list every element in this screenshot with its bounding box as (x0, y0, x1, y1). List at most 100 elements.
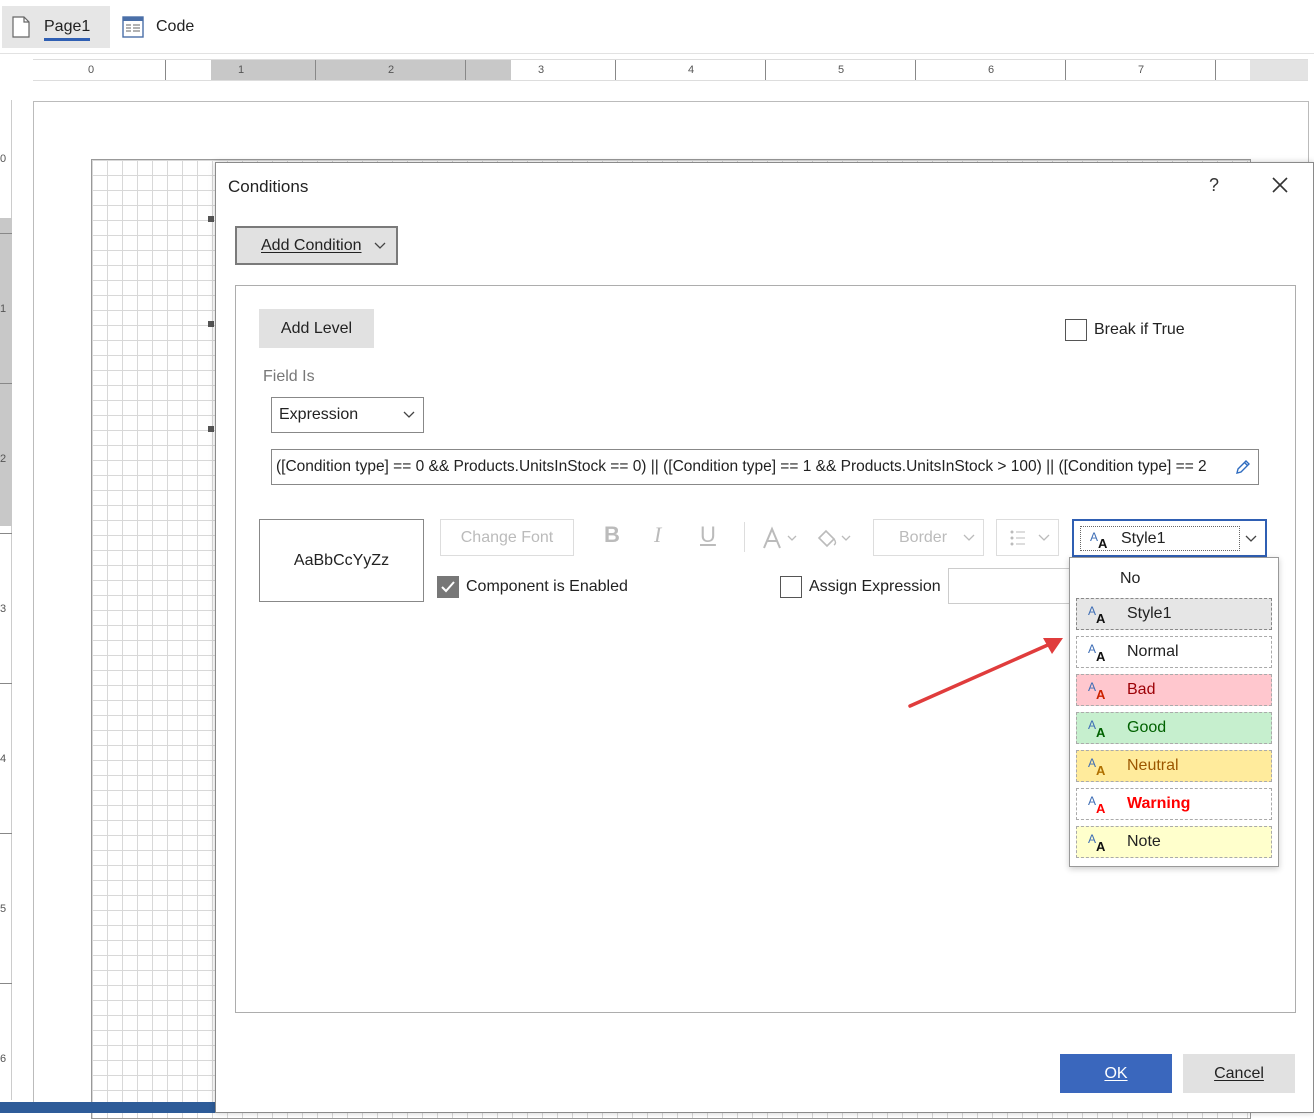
font-color-icon[interactable] (762, 526, 802, 552)
ruler-tick (0, 833, 12, 834)
style-option-good[interactable]: A A Good (1076, 712, 1272, 744)
change-font-button[interactable]: Change Font (440, 519, 574, 556)
ruler-number: 3 (0, 603, 7, 615)
status-bar (0, 1102, 216, 1113)
chevron-down-icon (1245, 535, 1257, 542)
add-level-button[interactable]: Add Level (259, 309, 374, 348)
svg-text:A: A (1090, 530, 1098, 544)
chevron-down-icon (1038, 534, 1050, 541)
fill-color-icon[interactable] (814, 526, 856, 552)
border-button[interactable]: Border (873, 519, 984, 556)
style-select[interactable]: A A Style1 (1072, 519, 1267, 557)
style-icon: AA (1088, 756, 1106, 777)
assign-expression-input[interactable] (948, 568, 1078, 604)
ruler-number: 0 (88, 64, 95, 76)
style-option-label: Bad (1127, 681, 1156, 698)
ruler-tick (615, 60, 616, 80)
underline-icon[interactable]: U (700, 522, 716, 548)
border-label: Border (899, 528, 948, 546)
help-button[interactable]: ? (1204, 175, 1224, 196)
ruler-number: 2 (0, 453, 7, 465)
bold-icon[interactable]: B (604, 522, 620, 548)
component-enabled-label: Component is Enabled (466, 578, 628, 595)
style-icon: AA (1088, 604, 1106, 625)
style-option-style1[interactable]: A A Style1 (1076, 598, 1272, 630)
style-option-label: Note (1127, 833, 1161, 850)
svg-text:A: A (1098, 536, 1108, 550)
ruler-number: 2 (388, 64, 395, 76)
svg-text:A: A (1096, 763, 1106, 777)
ok-label: OK (1104, 1064, 1128, 1082)
svg-text:A: A (1096, 801, 1106, 815)
dialog-title: Conditions (228, 177, 309, 196)
ruler-number: 0 (0, 153, 7, 165)
tab-code[interactable]: Code (120, 6, 220, 48)
style-preview: AaBbCcYyZz (259, 519, 424, 602)
ok-button[interactable]: OK (1060, 1054, 1172, 1093)
style-option-no[interactable]: No (1120, 570, 1140, 588)
svg-text:A: A (1088, 832, 1096, 846)
cancel-label: Cancel (1214, 1064, 1264, 1082)
tab-code-label: Code (156, 18, 195, 35)
ruler-tick (0, 383, 12, 384)
svg-text:A: A (1088, 680, 1096, 694)
style-option-warning[interactable]: A A Warning (1076, 788, 1272, 820)
ruler-number: 3 (538, 64, 545, 76)
ruler-tick (315, 60, 316, 80)
ruler-tick (915, 60, 916, 80)
page-icon (12, 16, 30, 38)
pencil-icon[interactable] (1234, 458, 1252, 476)
ruler-number: 4 (688, 64, 695, 76)
style-icon: AA (1088, 680, 1106, 701)
resize-handle[interactable] (208, 321, 214, 327)
add-condition-button[interactable]: Add Condition (235, 226, 398, 265)
ruler-tick (0, 683, 12, 684)
expression-text: ([Condition type] == 0 && Products.Units… (276, 458, 1207, 475)
ruler-tick (1215, 60, 1216, 80)
style-icon: AA (1088, 832, 1106, 853)
style-option-normal[interactable]: A A Normal (1076, 636, 1272, 668)
style-option-bad[interactable]: A A Bad (1076, 674, 1272, 706)
assign-expression-checkbox[interactable] (780, 576, 802, 598)
ruler-tick (1065, 60, 1066, 80)
style-option-label: Normal (1127, 643, 1179, 660)
style-select-value-box: A A Style1 (1080, 526, 1240, 551)
ruler-number: 6 (0, 1053, 7, 1065)
assign-expression-label: Assign Expression (809, 578, 941, 595)
style-option-label: Neutral (1127, 757, 1179, 774)
break-if-true-checkbox[interactable] (1065, 319, 1087, 341)
ruler-number: 1 (238, 64, 245, 76)
svg-text:A: A (1088, 794, 1096, 808)
ruler-tick (765, 60, 766, 80)
component-enabled-checkbox[interactable] (437, 576, 459, 598)
cancel-button[interactable]: Cancel (1183, 1054, 1295, 1093)
svg-text:A: A (1088, 718, 1096, 732)
svg-text:A: A (1088, 756, 1096, 770)
chevron-down-icon (403, 411, 415, 418)
expression-input[interactable]: ([Condition type] == 0 && Products.Units… (271, 449, 1259, 485)
ruler-number: 5 (838, 64, 845, 76)
ruler-tick (0, 233, 12, 234)
field-is-select[interactable]: Expression (271, 397, 424, 433)
italic-icon[interactable]: I (654, 522, 661, 548)
resize-handle[interactable] (208, 426, 214, 432)
ruler-number: 4 (0, 753, 7, 765)
resize-handle[interactable] (208, 216, 214, 222)
checkmark-icon (441, 581, 455, 593)
style-select-value: Style1 (1121, 529, 1166, 547)
list-style-button[interactable] (996, 519, 1059, 556)
vertical-ruler: 0 1 2 3 4 5 6 (0, 100, 12, 1100)
close-icon[interactable] (1268, 173, 1292, 197)
style-option-label: Good (1127, 719, 1167, 736)
annotation-arrow (908, 638, 1063, 708)
style-option-note[interactable]: A A Note (1076, 826, 1272, 858)
ruler-selection (0, 218, 12, 526)
ruler-number: 6 (988, 64, 995, 76)
chevron-down-icon (374, 242, 386, 249)
svg-text:A: A (1096, 687, 1106, 701)
tab-page1[interactable]: Page1 (2, 6, 110, 48)
ruler-tick (0, 983, 12, 984)
svg-text:A: A (1088, 604, 1096, 618)
add-condition-label: Add Condition (261, 236, 362, 254)
style-option-neutral[interactable]: A A Neutral (1076, 750, 1272, 782)
